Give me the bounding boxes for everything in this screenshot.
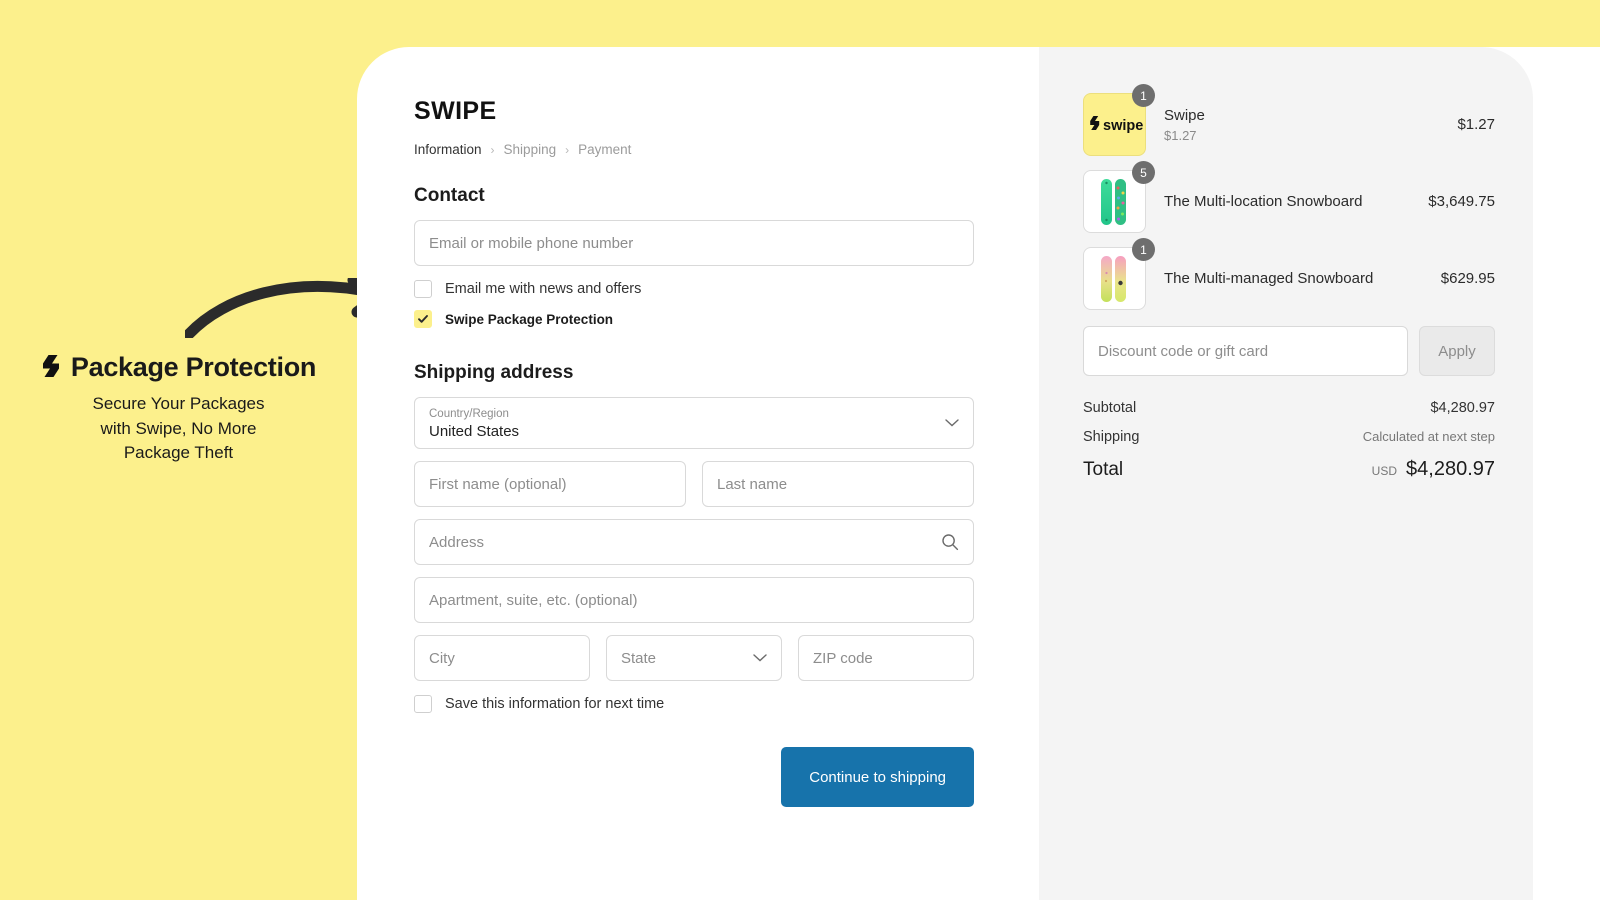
promo-subtitle-line: Package Theft	[123, 443, 234, 463]
apartment-row: Apartment, suite, etc. (optional)	[414, 577, 974, 623]
breadcrumb-separator-icon: ›	[490, 142, 495, 157]
line-item-subtitle: $1.27	[1164, 127, 1197, 143]
address-placeholder: Address	[429, 533, 485, 551]
checkout-form-column: SWIPE Information › Shipping › Payment C…	[414, 97, 974, 807]
subtotal-value: $4,280.97	[1430, 400, 1495, 416]
swipe-logo-icon: swipe	[1089, 115, 1143, 134]
line-item-price: $3,649.75	[1428, 193, 1495, 210]
product-thumbnail-wrap: swipe 1	[1083, 84, 1155, 156]
promo-subtitle-line: with Swipe, No More	[100, 418, 257, 438]
city-state-zip-row: City State ZIP code	[414, 635, 974, 681]
breadcrumb-item-payment[interactable]: Payment	[578, 142, 631, 157]
breadcrumb-item-information[interactable]: Information	[414, 142, 482, 157]
promo-title: Package Protection	[0, 352, 357, 383]
breadcrumb-item-shipping[interactable]: Shipping	[504, 142, 557, 157]
product-thumbnail-wrap: 5	[1083, 161, 1155, 233]
package-protection-checkbox-row[interactable]: Swipe Package Protection	[414, 310, 974, 328]
promo-subtitle: Secure Your Packages with Swipe, No More…	[0, 392, 357, 466]
email-field[interactable]: Email or mobile phone number	[414, 220, 974, 266]
save-info-checkbox-row[interactable]: Save this information for next time	[414, 695, 974, 713]
shipping-label: Shipping	[1083, 429, 1140, 445]
first-name-placeholder: First name (optional)	[429, 475, 567, 493]
checkout-page: Package Protection Secure Your Packages …	[0, 0, 1600, 900]
totals-section: Subtotal $4,280.97 Shipping Calculated a…	[1083, 400, 1495, 481]
line-item-name: The Multi-managed Snowboard	[1164, 270, 1374, 287]
last-name-field[interactable]: Last name	[702, 461, 974, 507]
country-region-select[interactable]: Country/Region United States	[414, 397, 974, 449]
contact-heading: Contact	[414, 185, 485, 206]
list-item: 5 The Multi-location Snowboard $3,649.75	[1083, 161, 1495, 233]
quantity-badge: 5	[1132, 161, 1155, 184]
email-placeholder: Email or mobile phone number	[429, 234, 634, 252]
apartment-field[interactable]: Apartment, suite, etc. (optional)	[414, 577, 974, 623]
list-item: 1 The Multi-managed Snowboard $629.95	[1083, 238, 1495, 310]
shipping-row: Shipping Calculated at next step	[1083, 429, 1495, 445]
save-info-checkbox[interactable]	[414, 695, 432, 713]
discount-code-placeholder: Discount code or gift card	[1098, 342, 1269, 360]
name-row: First name (optional) Last name	[414, 461, 974, 507]
svg-text:swipe: swipe	[1103, 118, 1143, 134]
apply-discount-button[interactable]: Apply	[1419, 326, 1495, 376]
promo-title-text: Package Protection	[70, 352, 317, 382]
total-currency: USD	[1371, 464, 1398, 478]
discount-code-field[interactable]: Discount code or gift card	[1083, 326, 1408, 376]
store-brand-title: SWIPE	[414, 97, 497, 125]
address-field[interactable]: Address	[414, 519, 974, 565]
promo-subtitle-line: Secure Your Packages	[92, 394, 265, 413]
continue-to-shipping-button[interactable]: Continue to shipping	[781, 747, 974, 807]
snowboard-green-image	[1100, 178, 1126, 225]
package-protection-checkbox[interactable]	[414, 310, 432, 328]
country-region-label: Country/Region	[429, 408, 509, 421]
zip-code-placeholder: ZIP code	[813, 649, 873, 667]
search-icon[interactable]	[941, 533, 959, 551]
news-offers-label: Email me with news and offers	[445, 281, 642, 297]
city-placeholder: City	[429, 649, 455, 667]
shipping-value: Calculated at next step	[1362, 429, 1495, 444]
breadcrumb: Information › Shipping › Payment	[414, 142, 974, 157]
apartment-placeholder: Apartment, suite, etc. (optional)	[429, 591, 638, 609]
line-item-name: The Multi-location Snowboard	[1164, 193, 1363, 210]
news-offers-checkbox-row[interactable]: Email me with news and offers	[414, 280, 974, 298]
zip-code-field[interactable]: ZIP code	[798, 635, 974, 681]
line-item-text: Swipe $1.27	[1146, 107, 1457, 143]
promo-panel: Package Protection Secure Your Packages …	[0, 0, 387, 900]
list-item: swipe 1 Swipe $1.27 $1.27	[1083, 84, 1495, 156]
city-field[interactable]: City	[414, 635, 590, 681]
check-icon	[418, 315, 428, 323]
subtotal-label: Subtotal	[1083, 400, 1137, 416]
snowboard-pink-image	[1100, 255, 1126, 302]
address-row: Address	[414, 519, 974, 565]
line-item-text: The Multi-managed Snowboard	[1146, 270, 1441, 287]
shipping-address-heading: Shipping address	[414, 362, 574, 383]
news-offers-checkbox[interactable]	[414, 280, 432, 298]
state-placeholder: State	[621, 649, 657, 667]
quantity-badge: 1	[1132, 238, 1155, 261]
quantity-badge: 1	[1132, 84, 1155, 107]
line-item-name: Swipe	[1164, 106, 1205, 124]
country-region-value: United States	[429, 423, 520, 441]
state-select[interactable]: State	[606, 635, 782, 681]
chevron-down-icon	[945, 419, 959, 428]
discount-row: Discount code or gift card Apply	[1083, 326, 1495, 376]
line-item-price: $1.27	[1457, 116, 1495, 133]
swipe-s-logo-icon	[41, 354, 61, 382]
order-summary-sidebar: swipe 1 Swipe $1.27 $1.27 5 The Multi-lo…	[1039, 47, 1533, 900]
save-info-label: Save this information for next time	[445, 696, 665, 712]
promo-text-block: Package Protection Secure Your Packages …	[0, 352, 357, 466]
total-amount-group: USD $4,280.97	[1372, 458, 1495, 481]
line-item-text: The Multi-location Snowboard	[1146, 193, 1428, 210]
total-row: Total USD $4,280.97	[1083, 458, 1495, 481]
order-summary-content: swipe 1 Swipe $1.27 $1.27 5 The Multi-lo…	[1083, 84, 1495, 481]
total-label: Total	[1083, 459, 1124, 480]
product-thumbnail-wrap: 1	[1083, 238, 1155, 310]
subtotal-row: Subtotal $4,280.97	[1083, 400, 1495, 416]
total-value: $4,280.97	[1406, 458, 1495, 480]
continue-button-wrap: Continue to shipping	[414, 747, 974, 807]
chevron-down-icon	[753, 654, 767, 663]
breadcrumb-separator-icon: ›	[565, 142, 570, 157]
package-protection-label: Swipe Package Protection	[445, 311, 614, 327]
last-name-placeholder: Last name	[717, 475, 788, 493]
line-item-price: $629.95	[1440, 270, 1495, 287]
first-name-field[interactable]: First name (optional)	[414, 461, 686, 507]
